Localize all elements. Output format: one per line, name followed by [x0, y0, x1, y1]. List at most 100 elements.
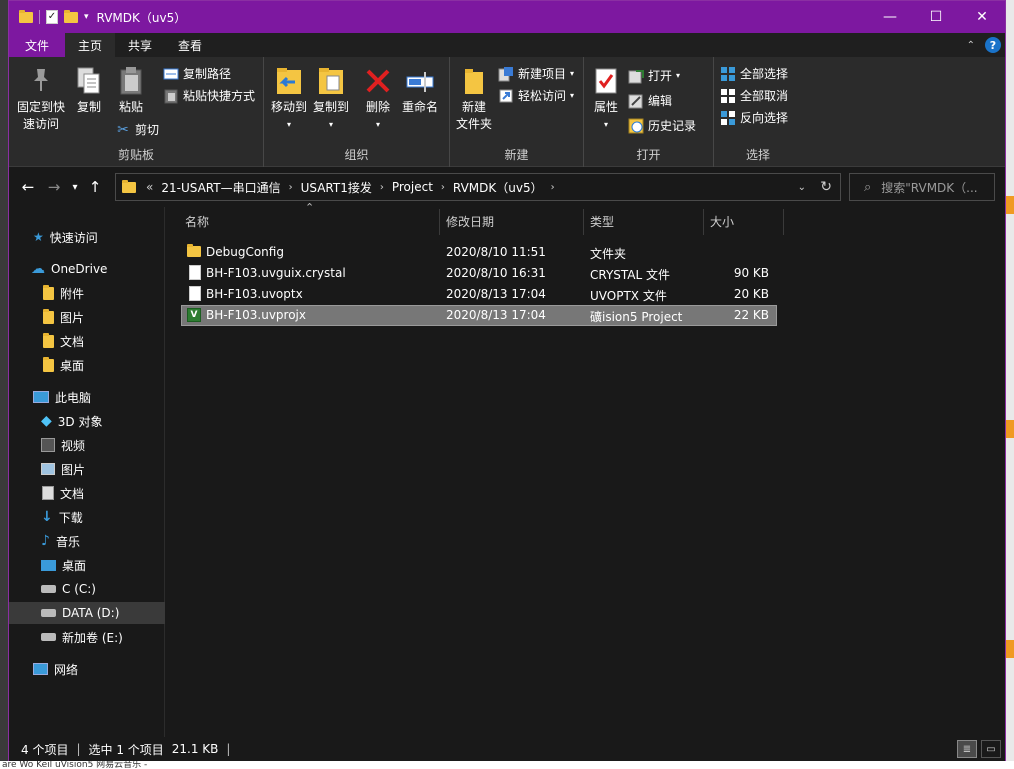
collapse-ribbon-icon[interactable]: ⌃	[967, 40, 975, 51]
properties-label: 属性	[593, 100, 618, 114]
new-item-button[interactable]: 新建项目 ▾	[498, 65, 574, 82]
sidebar-item-music[interactable]: ♪ 音乐	[9, 530, 165, 552]
chevron-down-icon[interactable]: ⌄	[798, 182, 806, 193]
tab-home[interactable]: 主页	[65, 33, 116, 57]
sidebar-item-od-desktop[interactable]: 桌面	[9, 354, 165, 376]
new-folder-label-2: 文件夹	[455, 117, 492, 131]
column-header-name[interactable]: 名称	[185, 207, 209, 235]
tab-share[interactable]: 共享	[115, 33, 165, 57]
sidebar-item-network[interactable]: 网络	[9, 658, 165, 680]
select-all-button[interactable]: 全部选择	[720, 65, 788, 82]
table-row[interactable]: BH-F103.uvguix.crystal 2020/8/10 16:31 C…	[181, 263, 777, 284]
sort-ascending-icon: ⌃	[305, 201, 315, 214]
sidebar-item-documents[interactable]: 文档	[9, 482, 165, 504]
recent-locations-button[interactable]: ▾	[67, 182, 83, 193]
breadcrumb-overflow[interactable]: «	[146, 180, 153, 194]
breadcrumb-usart[interactable]: 21-USART—串口通信	[161, 179, 280, 196]
file-name: BH-F103.uvguix.crystal	[206, 266, 346, 280]
tab-file[interactable]: 文件	[9, 33, 66, 57]
minimize-button[interactable]: —	[867, 1, 913, 33]
help-icon[interactable]: ?	[985, 37, 1001, 53]
desktop-mark	[1006, 196, 1014, 214]
history-button[interactable]: 历史记录	[628, 117, 696, 134]
column-divider[interactable]	[439, 209, 440, 235]
easy-access-button[interactable]: 轻松访问 ▾	[498, 87, 574, 104]
cut-button[interactable]: ✂ 剪切	[115, 121, 159, 138]
column-divider[interactable]	[583, 209, 584, 235]
column-header-date[interactable]: 修改日期	[446, 207, 494, 235]
column-header-size[interactable]: 大小	[710, 207, 734, 235]
delete-button[interactable]: 删除 ▾	[360, 65, 396, 133]
main-content: ★ 快速访问 ☁ OneDrive 附件 图片 文档 桌面 此电脑 ◆ 3D 对…	[9, 201, 1005, 737]
tab-view[interactable]: 查看	[165, 33, 215, 57]
copy-to-button[interactable]: 复制到 ▾	[310, 65, 352, 133]
sidebar-item-label: 桌面	[62, 558, 87, 573]
breadcrumb-rvmdk[interactable]: RVMDK（uv5）	[453, 179, 543, 196]
sidebar-item-label: 音乐	[55, 534, 80, 549]
properties-button[interactable]: 属性 ▾	[586, 65, 626, 133]
sidebar-item-desktop[interactable]: 桌面	[9, 554, 165, 576]
open-button[interactable]: 打开 ▾	[628, 67, 680, 84]
column-header-type[interactable]: 类型	[590, 207, 614, 235]
sidebar-item-onedrive[interactable]: ☁ OneDrive	[9, 258, 165, 280]
breadcrumb-separator[interactable]: ›	[441, 182, 445, 193]
edit-button[interactable]: 编辑	[628, 92, 672, 109]
table-row[interactable]: BH-F103.uvoptx 2020/8/13 17:04 UVOPTX 文件…	[181, 284, 777, 305]
computer-icon	[33, 391, 49, 403]
desktop-icon	[41, 559, 56, 571]
rename-button[interactable]: 重命名	[398, 65, 442, 116]
breadcrumb-separator[interactable]: ›	[380, 182, 384, 193]
address-bar[interactable]: « 21-USART—串口通信 › USART1接发 › Project › R…	[115, 173, 841, 201]
new-folder-icon[interactable]	[64, 9, 78, 23]
sidebar-item-drive-d[interactable]: DATA (D:)	[9, 602, 165, 624]
sidebar-item-downloads[interactable]: ↓ 下载	[9, 506, 165, 528]
sidebar-item-this-pc[interactable]: 此电脑	[9, 386, 165, 408]
new-group: 新建 文件夹 新建项目 ▾ 轻松访问 ▾ 新建	[450, 57, 584, 167]
invert-selection-label: 反向选择	[740, 111, 789, 125]
forward-button[interactable]: →	[41, 178, 67, 196]
breadcrumb-separator[interactable]: ›	[289, 182, 293, 193]
sidebar-item-videos[interactable]: 视频	[9, 434, 165, 456]
paste-shortcut-button[interactable]: 粘贴快捷方式	[163, 87, 255, 104]
copy-to-icon	[315, 65, 347, 97]
column-divider[interactable]	[703, 209, 704, 235]
move-to-button[interactable]: 移动到 ▾	[268, 65, 310, 133]
breadcrumb-project[interactable]: Project	[392, 180, 433, 194]
selected-size: 21.1 KB	[171, 742, 219, 756]
details-view-icon[interactable]: ≣	[957, 740, 977, 758]
refresh-icon[interactable]: ↻	[820, 179, 832, 195]
sidebar-item-label: 下载	[58, 510, 83, 525]
sidebar-item-od-documents[interactable]: 文档	[9, 330, 165, 352]
file-type: 礦ision5 Project	[590, 310, 683, 324]
paste-button[interactable]: 粘贴	[111, 65, 151, 116]
title-bar[interactable]: ✓ ▾ RVMDK（uv5） — ☐ ✕	[9, 1, 1005, 33]
table-row-selected[interactable]: V BH-F103.uvprojx 2020/8/13 17:04 礦ision…	[181, 305, 777, 326]
invert-selection-button[interactable]: 反向选择	[720, 109, 788, 126]
sidebar-item-3d-objects[interactable]: ◆ 3D 对象	[9, 410, 165, 432]
maximize-button[interactable]: ☐	[913, 1, 959, 33]
breadcrumb-usart1[interactable]: USART1接发	[301, 179, 372, 196]
sidebar-item-pictures[interactable]: 图片	[9, 458, 165, 480]
new-folder-button[interactable]: 新建 文件夹	[452, 65, 496, 133]
large-icons-view-icon[interactable]: ▭	[981, 740, 1001, 758]
select-none-button[interactable]: 全部取消	[720, 87, 788, 104]
sidebar-item-od-pictures[interactable]: 图片	[9, 306, 165, 328]
open-group: 属性 ▾ 打开 ▾ 编辑 历史记录 打开	[584, 57, 714, 167]
sidebar-item-label: 网络	[54, 662, 79, 677]
sidebar-item-drive-c[interactable]: C (C:)	[9, 578, 165, 600]
pin-quick-access-button[interactable]: 固定到快 速访问	[13, 65, 69, 133]
back-button[interactable]: ←	[15, 178, 41, 196]
sidebar-item-drive-e[interactable]: 新加卷 (E:)	[9, 626, 165, 648]
breadcrumb-separator[interactable]: ›	[551, 182, 555, 193]
table-row[interactable]: DebugConfig 2020/8/10 11:51 文件夹	[181, 242, 777, 263]
search-box[interactable]: ⌕ 搜索"RVMDK（...	[849, 173, 995, 201]
chevron-down-icon[interactable]: ▾	[84, 12, 89, 22]
copy-button[interactable]: 复制	[69, 65, 109, 116]
up-button[interactable]: ↑	[83, 178, 107, 196]
copy-path-button[interactable]: 复制路径	[163, 65, 231, 82]
sidebar-item-quick-access[interactable]: ★ 快速访问	[9, 226, 165, 248]
close-button[interactable]: ✕	[959, 1, 1005, 33]
properties-icon[interactable]: ✓	[46, 10, 58, 24]
sidebar-item-attachments[interactable]: 附件	[9, 282, 165, 304]
column-divider[interactable]	[783, 209, 784, 235]
